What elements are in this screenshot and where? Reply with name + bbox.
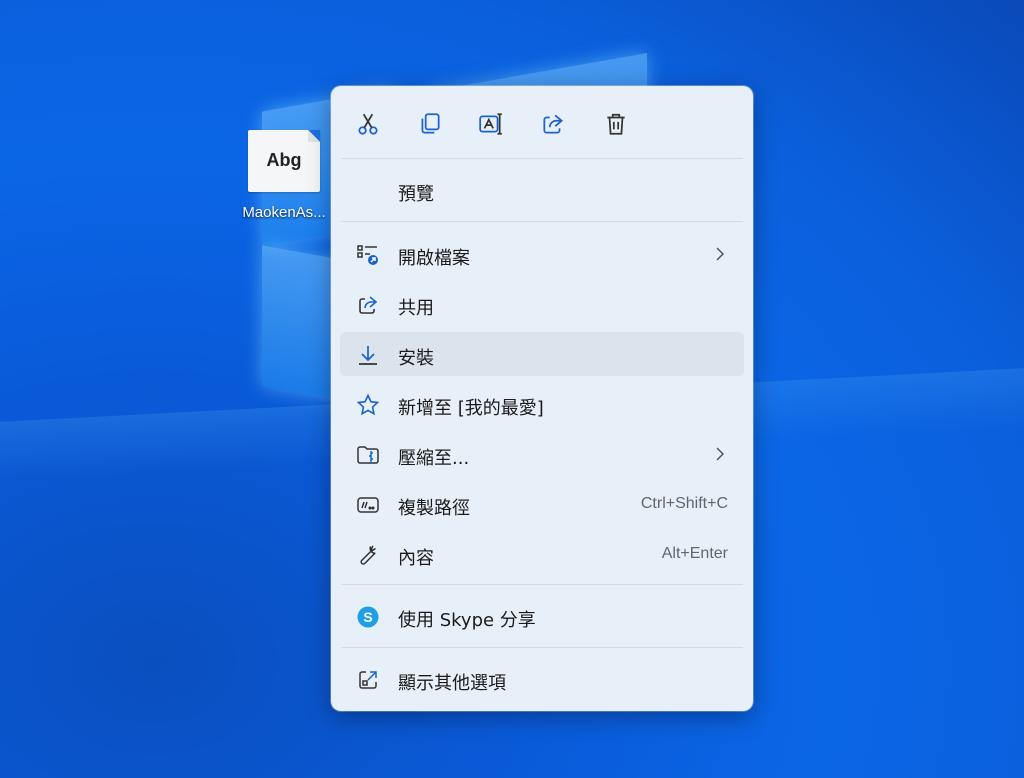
skype-icon: S [356,605,380,629]
menu-item-label: 新增至 [我的最愛] [398,398,544,419]
menu-item-preview[interactable]: 預覽 [340,168,744,212]
separator [341,647,743,648]
context-menu-toolbar [331,104,753,148]
context-menu: 預覽 開啟檔案 共用 安裝 新增至 [我的最愛] 壓縮至... 複製路徑 Ctr… [331,86,753,711]
svg-text:S: S [363,609,372,625]
desktop-file-icon[interactable]: Abg MaokenAs... [228,130,340,221]
share-icon [543,114,564,134]
menu-item-label: 共用 [398,298,434,319]
menu-item-label: 複製路徑 [398,498,470,519]
wrench-icon [356,543,380,567]
menu-item-label: 安裝 [398,348,434,369]
delete-button[interactable] [596,104,636,144]
chevron-right-icon [716,447,725,461]
menu-item-label: 預覽 [398,184,434,205]
menu-item-skype-share[interactable]: S 使用 Skype 分享 [340,594,744,638]
menu-item-label: 內容 [398,548,434,569]
cut-icon [358,113,378,135]
menu-item-share[interactable]: 共用 [340,282,744,326]
chevron-right-icon [716,247,725,261]
share-icon [356,293,380,317]
menu-item-label: 使用 Skype 分享 [398,610,536,631]
cut-button[interactable] [348,104,388,144]
menu-item-open-with[interactable]: 開啟檔案 [340,232,744,276]
delete-icon [607,113,625,135]
menu-item-add-favorites[interactable]: 新增至 [我的最愛] [340,382,744,426]
share-button[interactable] [533,104,573,144]
menu-item-properties[interactable]: 內容 Alt+Enter [340,532,744,576]
copy-icon [421,113,440,134]
open-with-icon [356,243,380,267]
copy-path-icon [356,493,380,517]
menu-item-label: 開啟檔案 [398,248,470,269]
menu-item-install[interactable]: 安裝 [340,332,744,376]
download-icon [356,343,380,367]
shortcut-text: Ctrl+Shift+C [640,495,728,512]
star-icon [356,393,380,417]
separator [341,584,743,585]
separator [341,158,743,159]
file-label: MaokenAs... [242,204,326,221]
zip-folder-icon [356,443,380,467]
menu-item-label: 壓縮至... [398,448,470,469]
rename-icon [479,113,502,135]
separator [341,221,743,222]
shortcut-text: Alt+Enter [661,545,728,562]
external-icon [356,668,380,692]
menu-item-compress[interactable]: 壓縮至... [340,432,744,476]
menu-item-label: 顯示其他選項 [398,673,506,694]
rename-button[interactable] [471,104,511,144]
menu-item-more-options[interactable]: 顯示其他選項 [340,657,744,701]
copy-button[interactable] [410,104,450,144]
file-icon-text: Abg [266,150,302,170]
font-file-icon: Abg [248,130,320,192]
menu-item-copy-path[interactable]: 複製路徑 Ctrl+Shift+C [340,482,744,526]
